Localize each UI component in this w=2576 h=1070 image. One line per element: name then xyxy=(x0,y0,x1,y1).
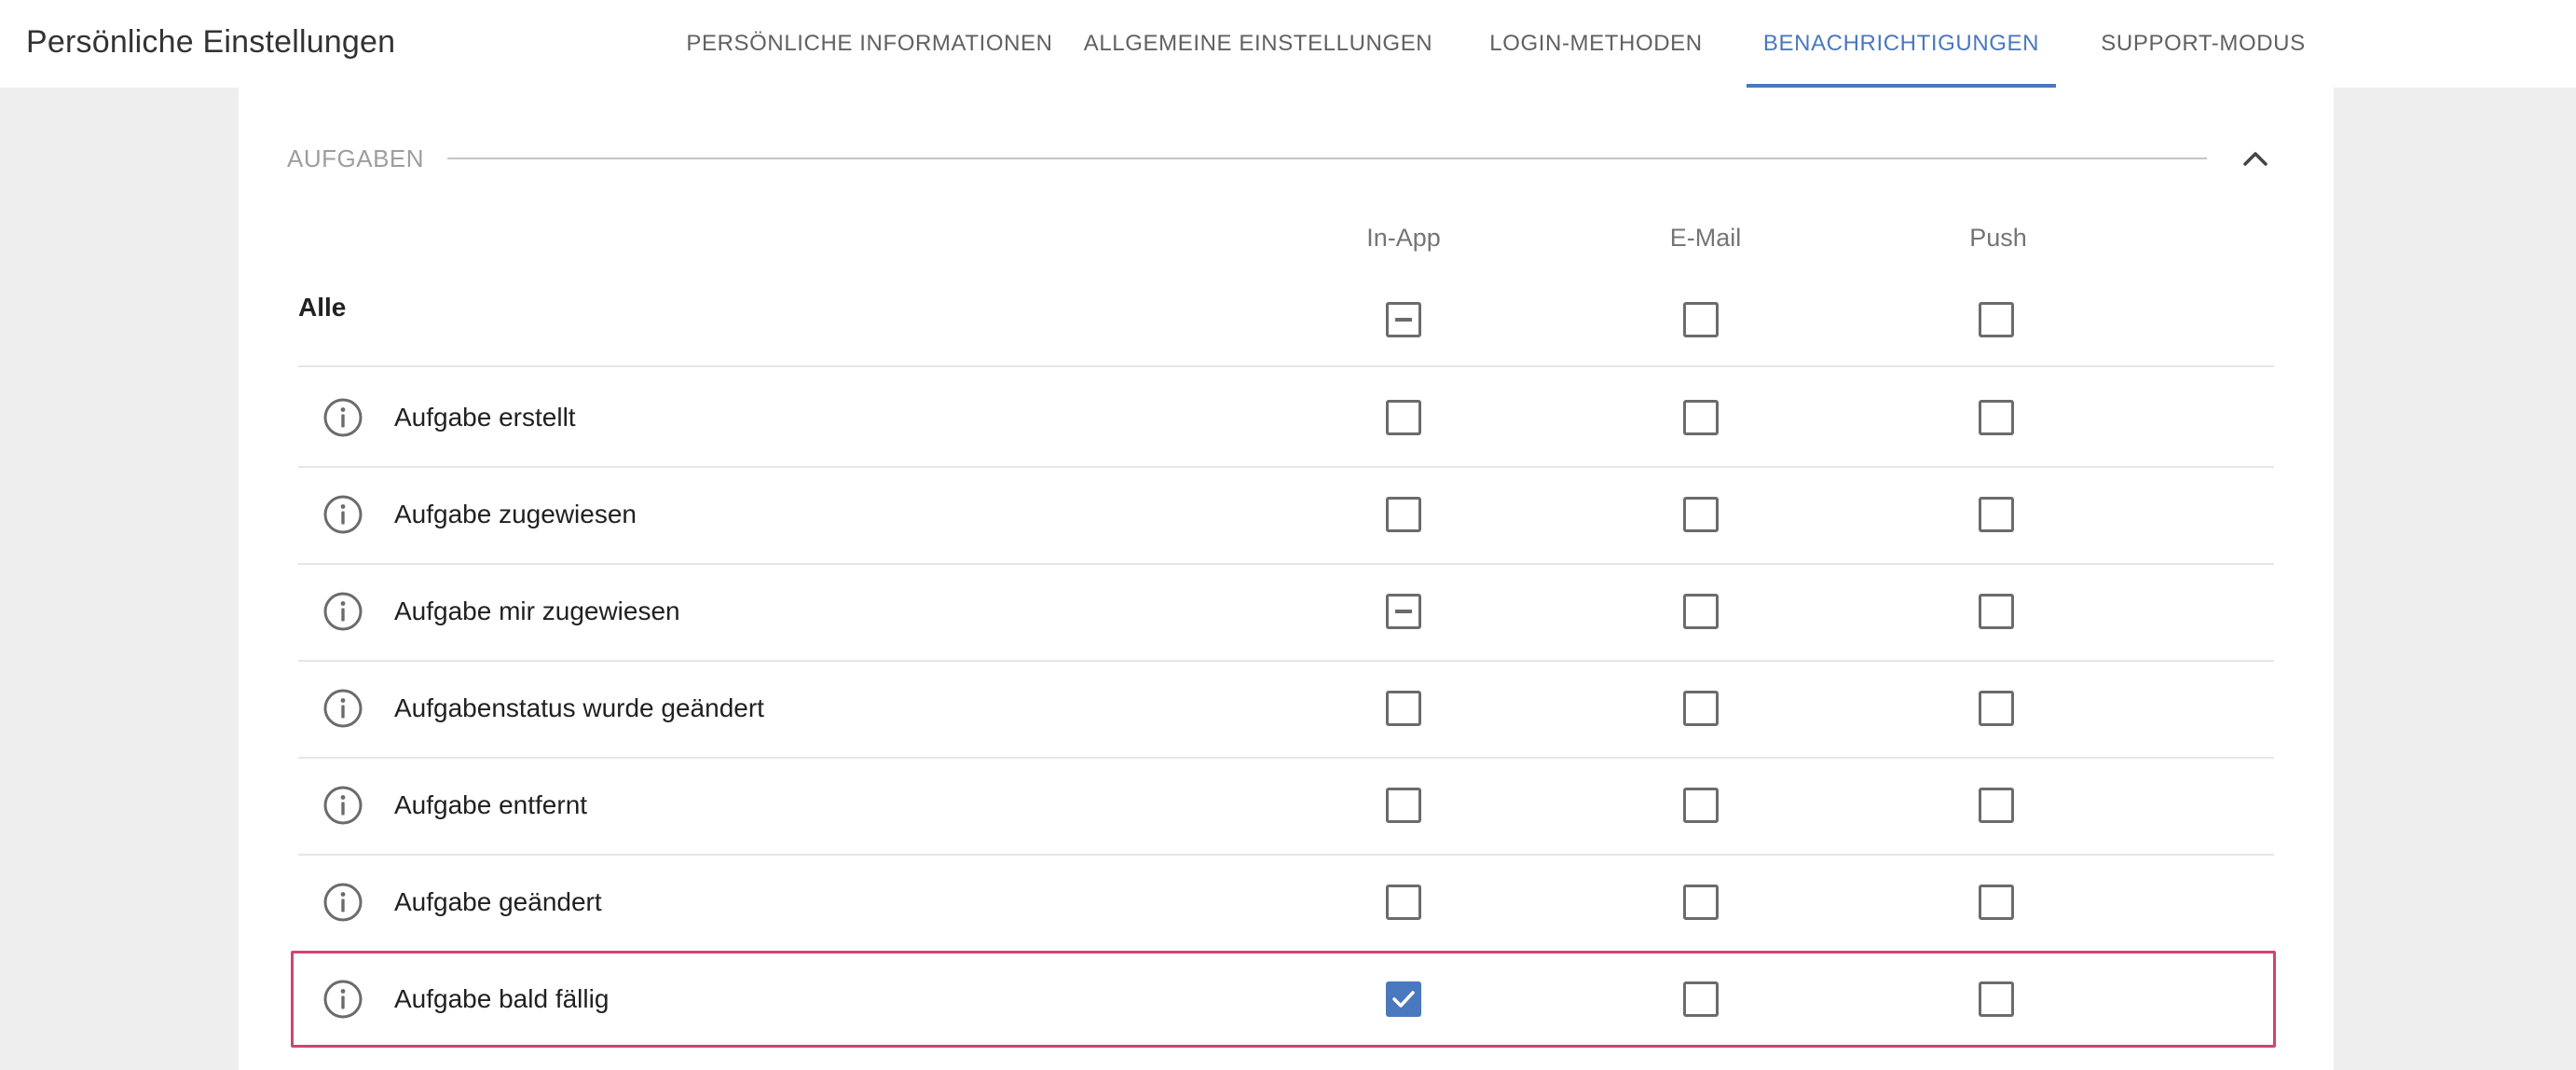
notification-row-label: Aufgabe bald fällig xyxy=(394,984,610,1013)
notification-row: Aufgabe entfernt xyxy=(298,757,2274,856)
notification-row-label: Aufgabenstatus wurde geändert xyxy=(394,693,764,722)
tab-login-methoden[interactable]: Login-Methoden xyxy=(1482,0,1710,88)
tab-allgemeine-einstellungen[interactable]: Allgemeine Einstellungen xyxy=(1081,0,1435,88)
row-checkbox-push[interactable] xyxy=(1979,594,2014,629)
row-checkbox-in-app[interactable] xyxy=(1386,691,1421,726)
collapse-button[interactable] xyxy=(2233,138,2278,179)
notification-row-label: Aufgabe geändert xyxy=(394,887,602,916)
info-icon[interactable] xyxy=(322,591,363,632)
notification-row-label: Aufgabe entfernt xyxy=(394,790,588,819)
column-header-push: Push xyxy=(1969,224,2027,252)
row-checkbox-email[interactable] xyxy=(1683,497,1719,532)
info-icon[interactable] xyxy=(322,688,363,729)
notification-row: Aufgabenstatus wurde geändert xyxy=(298,660,2274,759)
row-checkbox-push[interactable] xyxy=(1979,400,2014,435)
column-header-email: E-Mail xyxy=(1669,224,1742,252)
row-checkbox-email[interactable] xyxy=(1683,691,1719,726)
notification-row: Aufgabe mir zugewiesen xyxy=(298,563,2274,662)
row-checkbox-push[interactable] xyxy=(1979,885,2014,920)
row-checkbox-push[interactable] xyxy=(1979,788,2014,823)
row-checkbox-email[interactable] xyxy=(1683,400,1719,435)
chevron-up-icon xyxy=(2243,152,2268,166)
tab-support-modus[interactable]: Support-Modus xyxy=(2095,0,2311,88)
all-row-label: Alle xyxy=(298,293,347,322)
row-checkbox-in-app[interactable] xyxy=(1386,981,1421,1017)
row-checkbox-email[interactable] xyxy=(1683,885,1719,920)
check-icon xyxy=(1392,991,1415,1008)
row-checkbox-in-app[interactable] xyxy=(1386,400,1421,435)
info-icon[interactable] xyxy=(322,979,363,1020)
tab-persoenliche-informationen[interactable]: Persönliche Informationen xyxy=(683,0,1056,88)
section-title: AUFGABEN xyxy=(287,144,425,172)
row-checkbox-email[interactable] xyxy=(1683,981,1719,1017)
notification-row-label: Aufgabe zugewiesen xyxy=(394,500,637,528)
notification-row: Aufgabe bald fällig xyxy=(298,951,2274,1048)
all-row: Alle xyxy=(298,268,2274,367)
all-checkbox-in-app[interactable] xyxy=(1386,302,1421,337)
info-icon[interactable] xyxy=(322,494,363,535)
section-divider xyxy=(447,158,2207,159)
row-checkbox-push[interactable] xyxy=(1979,497,2014,532)
tab-bar: Persönliche Informationen Allgemeine Ein… xyxy=(0,0,2576,88)
all-checkbox-email[interactable] xyxy=(1683,302,1719,337)
all-checkbox-push[interactable] xyxy=(1979,302,2014,337)
row-checkbox-in-app[interactable] xyxy=(1386,885,1421,920)
notification-row-label: Aufgabe erstellt xyxy=(394,403,576,432)
column-header-in-app: In-App xyxy=(1366,224,1441,252)
notification-row: Aufgabe erstellt xyxy=(298,369,2274,468)
row-checkbox-email[interactable] xyxy=(1683,594,1719,629)
top-bar: Persönliche Einstellungen Persönliche In… xyxy=(0,0,2576,88)
row-checkbox-in-app[interactable] xyxy=(1386,788,1421,823)
row-checkbox-email[interactable] xyxy=(1683,788,1719,823)
row-checkbox-push[interactable] xyxy=(1979,691,2014,726)
row-checkbox-in-app[interactable] xyxy=(1386,497,1421,532)
notification-row: Aufgabe geändert xyxy=(298,854,2274,953)
tab-benachrichtigungen[interactable]: Benachrichtigungen xyxy=(1747,0,2056,88)
notification-row-label: Aufgabe mir zugewiesen xyxy=(394,597,680,625)
notification-row: Aufgabe zugewiesen xyxy=(298,466,2274,565)
row-checkbox-push[interactable] xyxy=(1979,981,2014,1017)
info-icon[interactable] xyxy=(322,397,363,438)
info-icon[interactable] xyxy=(322,882,363,923)
info-icon[interactable] xyxy=(322,785,363,826)
row-checkbox-in-app[interactable] xyxy=(1386,594,1421,629)
